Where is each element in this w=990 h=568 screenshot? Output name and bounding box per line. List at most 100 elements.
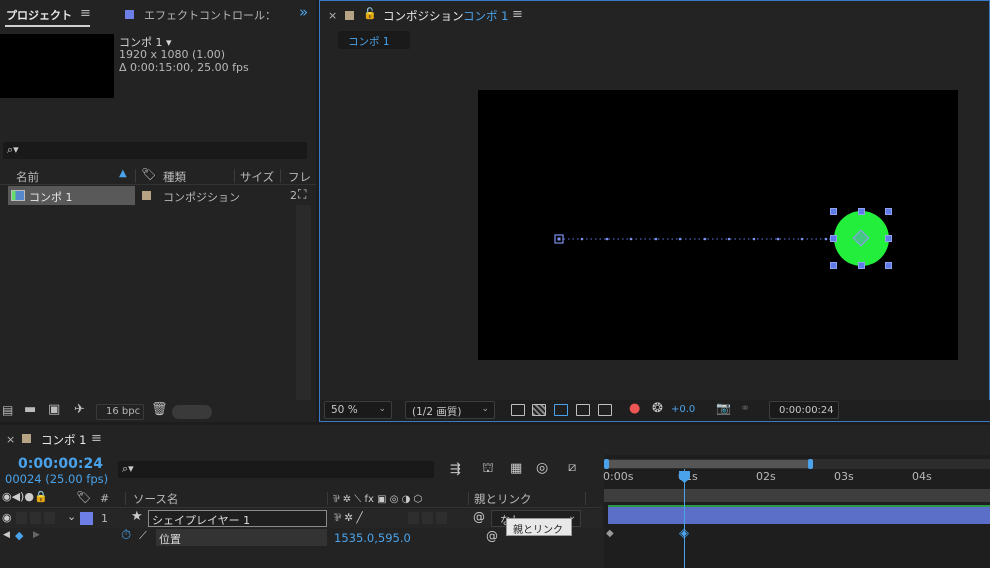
comp-panel-title-comp[interactable]: コンポ 1 <box>463 8 508 24</box>
transform-handle[interactable] <box>830 235 837 242</box>
tab-effect-controls[interactable]: エフェクトコントロール： <box>144 7 279 23</box>
work-area-end[interactable] <box>808 459 813 469</box>
transform-handle[interactable] <box>885 208 892 215</box>
transform-handle[interactable] <box>830 262 837 269</box>
list-item-num: 2 <box>290 189 297 202</box>
graph-editor-icon[interactable]: ⧄ <box>568 460 576 475</box>
close-icon[interactable]: × <box>6 433 15 446</box>
effect-label-icon <box>125 10 134 19</box>
eye-icon[interactable]: ◉ <box>2 511 12 524</box>
frame-blending-icon[interactable]: ▦ <box>510 461 522 476</box>
timeline-panel: × コンポ 1 ≡ 0:00:00:24 00024 (25.00 fps) ⌕… <box>0 425 990 568</box>
layer-duration-bar[interactable] <box>608 505 990 524</box>
grid-guides-icon[interactable] <box>598 404 612 416</box>
tab-project[interactable]: プロジェクト <box>6 7 72 23</box>
zoom-dropdown[interactable]: 50 % ⌄ <box>324 401 392 419</box>
transform-handle[interactable] <box>858 208 865 215</box>
col-frame[interactable]: フレ <box>288 169 311 185</box>
switch-box[interactable] <box>408 512 419 524</box>
layer-label-color[interactable] <box>80 512 93 525</box>
shy-layers-icon[interactable]: ⛫ <box>482 461 494 478</box>
time-graph[interactable]: 0:00s 01s 02s 03s 04s ◆ ◈ <box>603 455 990 568</box>
tab-project-underline <box>5 25 90 27</box>
layer-search-input[interactable]: ⌕▾ <box>118 461 434 478</box>
pick-whip-icon[interactable]: @ <box>486 529 498 543</box>
new-comp-icon[interactable]: ▣ <box>48 402 60 417</box>
resolution-dropdown[interactable]: (1/2 画質) ⌄ <box>405 401 495 419</box>
flowchart-icon[interactable]: ⛶ <box>298 187 306 202</box>
more-panels-icon[interactable]: » <box>299 3 308 21</box>
col-parent[interactable]: 親とリンク <box>474 491 532 507</box>
snapshot-icon[interactable]: 📷 <box>716 401 731 415</box>
comp-label-icon <box>345 11 354 20</box>
color-management-icon[interactable]: ❂ <box>652 401 663 416</box>
comp-subtab[interactable]: コンポ 1 <box>338 31 410 49</box>
ruler-label: 04s <box>912 470 932 483</box>
panel-menu-icon[interactable]: ≡ <box>80 6 91 21</box>
col-name[interactable]: 名前 <box>16 169 39 185</box>
property-value[interactable]: 1535.0,595.0 <box>334 531 411 545</box>
comp-flowchart-icon[interactable]: ⇶ <box>450 462 461 477</box>
shape-layer-star-icon: ★ <box>131 509 143 524</box>
render-queue-icon[interactable]: ✈ <box>74 402 85 417</box>
col-switches: ⅌ ✲ ⟍ fx ▣ ◎ ◑ ⬡ <box>333 494 423 505</box>
col-size[interactable]: サイズ <box>240 169 274 185</box>
viewer-timecode[interactable]: 0:00:00:24 <box>769 401 839 419</box>
lock-icon[interactable]: 🔓 <box>363 7 377 20</box>
search-input[interactable]: ⌕▾ <box>3 142 307 159</box>
current-time-indicator[interactable] <box>684 469 685 568</box>
switch-box[interactable] <box>422 512 433 524</box>
layer-switches-icon[interactable]: ⅌ ✲ ╱ <box>334 511 363 525</box>
col-source-name[interactable]: ソース名 <box>133 491 178 507</box>
comp-viewer[interactable] <box>478 90 958 360</box>
transform-handle[interactable] <box>830 208 837 215</box>
col-type[interactable]: 種類 <box>163 169 186 185</box>
prev-keyframe-icon[interactable]: ◀ <box>3 530 10 540</box>
project-scrollbar[interactable] <box>296 205 311 400</box>
lock-toggle[interactable] <box>44 512 55 524</box>
graph-icon[interactable]: ⟋ <box>139 529 147 543</box>
work-area-range[interactable] <box>606 460 809 468</box>
transform-handle[interactable] <box>885 262 892 269</box>
bpc-label: 16 bpc <box>106 406 141 417</box>
channel-icon[interactable]: ● <box>629 401 640 416</box>
show-snapshot-icon[interactable]: ⚭ <box>740 401 750 415</box>
transparency-grid-icon[interactable] <box>532 404 546 416</box>
keyframe-start-icon[interactable]: ◆ <box>606 528 614 539</box>
switch-box[interactable] <box>436 512 447 524</box>
layer-name-field[interactable]: シェイプレイヤー 1 <box>148 510 327 527</box>
interpret-footage-icon[interactable]: ▤ <box>2 403 13 417</box>
audio-toggle[interactable] <box>16 512 27 524</box>
close-icon[interactable]: × <box>328 9 337 22</box>
comp-duration-bar <box>604 489 990 502</box>
exposure-value[interactable]: +0.0 <box>671 404 695 415</box>
solo-toggle[interactable] <box>30 512 41 524</box>
visibility-header-icon: ◉◀)●🔒 <box>2 490 48 503</box>
work-area-start[interactable] <box>604 459 609 469</box>
pick-whip-icon[interactable]: @ <box>473 510 485 524</box>
search-icon: ⌕▾ <box>7 143 19 156</box>
current-time[interactable]: 0:00:00:24 <box>18 456 103 472</box>
transform-handle[interactable] <box>858 262 865 269</box>
keyframe-toggle-icon[interactable]: ◆ <box>15 529 23 542</box>
fast-preview-icon[interactable] <box>511 404 525 416</box>
mask-path-visibility-icon[interactable] <box>554 404 568 416</box>
panel-menu-icon[interactable]: ≡ <box>91 431 102 446</box>
delete-icon[interactable]: 🗑 <box>151 402 168 417</box>
stopwatch-icon[interactable]: ⏱ <box>121 528 131 543</box>
thumbnail-slider[interactable] <box>172 405 212 419</box>
time-ruler[interactable]: 0:00s 01s 02s 03s 04s <box>603 469 990 487</box>
panel-menu-icon[interactable]: ≡ <box>512 7 523 22</box>
new-folder-icon[interactable]: ▬ <box>24 402 36 417</box>
label-tag-icon: 🏷 <box>141 167 157 181</box>
transform-handle[interactable] <box>885 235 892 242</box>
next-keyframe-icon[interactable]: ▶ <box>33 530 40 540</box>
timeline-tab[interactable]: コンポ 1 <box>41 432 86 448</box>
region-of-interest-icon[interactable] <box>576 404 590 416</box>
comp-thumbnail <box>0 34 114 98</box>
expand-chevron-icon[interactable]: ⌄ <box>67 510 76 523</box>
motion-blur-icon[interactable]: ◎ <box>536 460 548 476</box>
col-layer-num: # <box>100 492 110 505</box>
work-area-bar[interactable] <box>604 459 990 469</box>
list-item[interactable]: コンポ 1 コンポジション 2 ⛶ <box>0 186 316 205</box>
